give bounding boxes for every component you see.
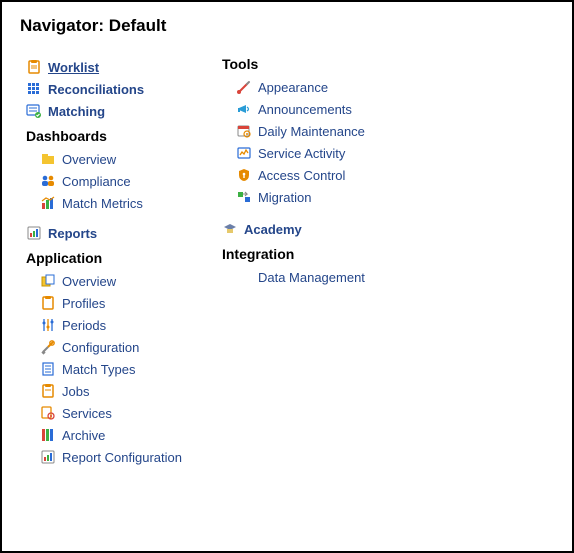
nav-label: Configuration <box>62 340 139 355</box>
nav-daily-maintenance[interactable]: Daily Maintenance <box>222 120 365 142</box>
nav-label: Appearance <box>258 80 328 95</box>
nav-announcements[interactable]: Announcements <box>222 98 365 120</box>
nav-periods[interactable]: Periods <box>26 314 182 336</box>
nav-jobs[interactable]: Jobs <box>26 380 182 402</box>
report-icon <box>40 449 56 465</box>
academy-icon <box>222 221 238 237</box>
nav-label: Announcements <box>258 102 352 117</box>
right-column: Tools Appearance Announcements Daily Mai… <box>222 56 365 468</box>
nav-label: Match Metrics <box>62 196 143 211</box>
navigator-panel: Navigator: Default Worklist Reconciliati… <box>0 0 574 553</box>
nav-archive[interactable]: Archive <box>26 424 182 446</box>
nav-label: Report Configuration <box>62 450 182 465</box>
nav-label: Worklist <box>48 60 99 75</box>
nav-migration[interactable]: Migration <box>222 186 365 208</box>
nav-configuration[interactable]: Configuration <box>26 336 182 358</box>
calendar-gear-icon <box>236 123 252 139</box>
shield-icon <box>236 167 252 183</box>
nav-label: Periods <box>62 318 106 333</box>
document-icon <box>40 361 56 377</box>
nav-label: Reconciliations <box>48 82 144 97</box>
nav-label: Services <box>62 406 112 421</box>
nav-app-overview[interactable]: Overview <box>26 270 182 292</box>
nav-label: Daily Maintenance <box>258 124 365 139</box>
gear-clipboard-icon <box>40 405 56 421</box>
bar-chart-icon <box>40 195 56 211</box>
people-icon <box>40 173 56 189</box>
nav-reconciliations[interactable]: Reconciliations <box>26 78 182 100</box>
nav-profiles[interactable]: Profiles <box>26 292 182 314</box>
nav-label: Archive <box>62 428 105 443</box>
matching-icon <box>26 103 42 119</box>
tools-icon <box>40 339 56 355</box>
megaphone-icon <box>236 101 252 117</box>
nav-matching[interactable]: Matching <box>26 100 182 122</box>
nav-label: Reports <box>48 226 97 241</box>
nav-reports[interactable]: Reports <box>26 222 182 244</box>
clipboard-icon <box>26 59 42 75</box>
cards-icon <box>40 273 56 289</box>
tools-header: Tools <box>222 56 365 72</box>
grid-icon <box>26 81 42 97</box>
nav-report-config[interactable]: Report Configuration <box>26 446 182 468</box>
clipboard-icon <box>40 383 56 399</box>
application-header: Application <box>26 250 182 266</box>
nav-appearance[interactable]: Appearance <box>222 76 365 98</box>
nav-access-control[interactable]: Access Control <box>222 164 365 186</box>
nav-label: Match Types <box>62 362 135 377</box>
nav-services[interactable]: Services <box>26 402 182 424</box>
transfer-icon <box>236 189 252 205</box>
page-title: Navigator: Default <box>20 16 554 36</box>
folder-icon <box>40 151 56 167</box>
nav-label: Overview <box>62 152 116 167</box>
nav-match-metrics[interactable]: Match Metrics <box>26 192 182 214</box>
nav-label: Compliance <box>62 174 131 189</box>
nav-label: Data Management <box>258 270 365 285</box>
nav-service-activity[interactable]: Service Activity <box>222 142 365 164</box>
nav-academy[interactable]: Academy <box>222 218 365 240</box>
brush-icon <box>236 79 252 95</box>
books-icon <box>40 427 56 443</box>
nav-label: Overview <box>62 274 116 289</box>
nav-label: Migration <box>258 190 311 205</box>
nav-label: Access Control <box>258 168 345 183</box>
integration-header: Integration <box>222 246 365 262</box>
nav-compliance[interactable]: Compliance <box>26 170 182 192</box>
nav-dash-overview[interactable]: Overview <box>26 148 182 170</box>
nav-worklist[interactable]: Worklist <box>26 56 182 78</box>
sliders-icon <box>40 317 56 333</box>
activity-icon <box>236 145 252 161</box>
nav-match-types[interactable]: Match Types <box>26 358 182 380</box>
nav-label: Jobs <box>62 384 89 399</box>
nav-label: Academy <box>244 222 302 237</box>
left-column: Worklist Reconciliations Matching Dashbo… <box>26 56 182 468</box>
clipboard-icon <box>40 295 56 311</box>
nav-label: Profiles <box>62 296 105 311</box>
nav-label: Matching <box>48 104 105 119</box>
nav-data-management[interactable]: Data Management <box>222 266 365 288</box>
report-icon <box>26 225 42 241</box>
dashboards-header: Dashboards <box>26 128 182 144</box>
nav-label: Service Activity <box>258 146 345 161</box>
